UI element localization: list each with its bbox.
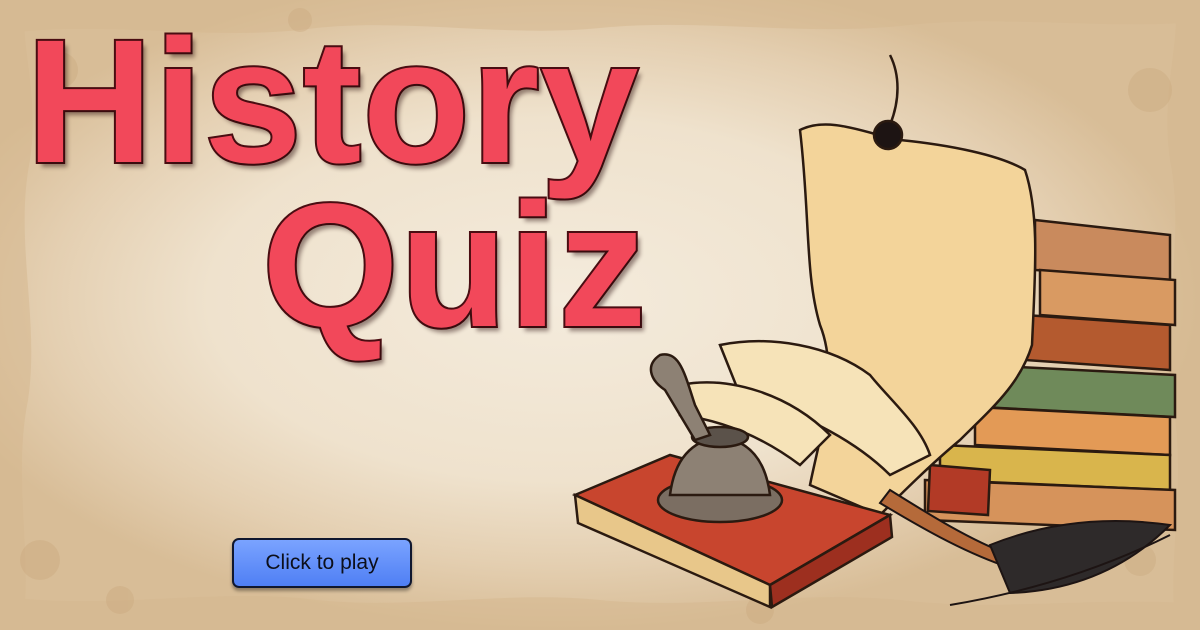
history-illustration	[571, 54, 1177, 610]
title-line-history: History	[24, 4, 640, 200]
play-button[interactable]: Click to play	[232, 538, 412, 588]
